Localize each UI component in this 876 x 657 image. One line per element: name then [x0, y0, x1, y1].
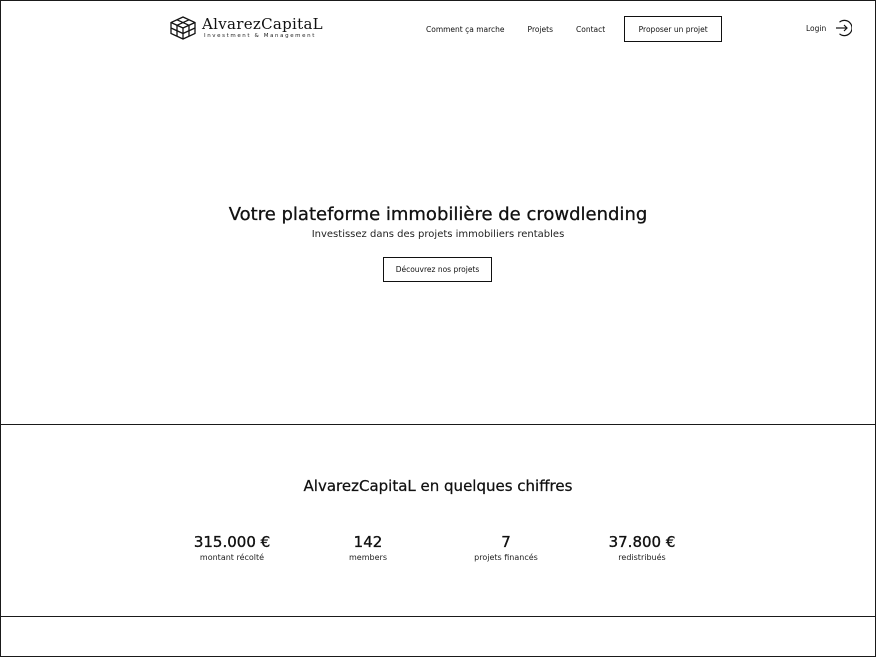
stat-amount-raised: 315.000 € montant récolté: [162, 533, 302, 562]
stat-members: 142 members: [298, 533, 438, 562]
brand-name: AlvarezCapitaL: [202, 14, 323, 33]
stat-label: montant récolté: [199, 553, 265, 562]
stat-value: 37.800 €: [608, 533, 676, 551]
building-cube-logo-icon: [170, 16, 196, 40]
stat-value: 315.000 €: [193, 533, 271, 551]
stat-value: 7: [501, 533, 511, 551]
login-label: Login: [806, 23, 827, 33]
nav-link-how-it-works[interactable]: Comment ça marche: [426, 25, 505, 34]
stat-label: redistribués: [618, 553, 666, 562]
stat-projects-funded: 7 projets financés: [436, 533, 576, 562]
login-link[interactable]: Login: [806, 19, 853, 37]
hero-section: Votre plateforme immobilière de crowdlen…: [0, 58, 876, 424]
key-figures-section: AlvarezCapitaL en quelques chiffres 315.…: [0, 425, 876, 616]
stat-redistributed: 37.800 € redistribués: [572, 533, 712, 562]
brand-tagline: Investment & Management: [204, 32, 316, 39]
brand-logo[interactable]: AlvarezCapitaL Investment & Management: [170, 16, 323, 40]
key-figures-title: AlvarezCapitaL en quelques chiffres: [303, 477, 573, 495]
nav-link-contact[interactable]: Contact: [576, 25, 605, 34]
main-nav: Comment ça marche Projets Contact Propos…: [420, 16, 723, 42]
section-divider: [0, 616, 876, 617]
nav-link-projects[interactable]: Projets: [528, 25, 553, 34]
hero-subtitle: Investissez dans des projets immobiliers…: [311, 229, 565, 240]
brand-wordmark: AlvarezCapitaL Investment & Management: [202, 14, 323, 40]
stat-value: 142: [353, 533, 383, 551]
propose-project-button[interactable]: Proposer un projet: [624, 16, 723, 42]
stat-label: members: [349, 553, 387, 562]
discover-projects-button[interactable]: Découvrez nos projets: [383, 257, 492, 282]
hero-title: Votre plateforme immobilière de crowdlen…: [228, 204, 648, 225]
arrow-right-circle-icon: [836, 19, 853, 37]
stat-label: projets financés: [474, 553, 538, 562]
site-header: AlvarezCapitaL Investment & Management C…: [0, 0, 876, 58]
